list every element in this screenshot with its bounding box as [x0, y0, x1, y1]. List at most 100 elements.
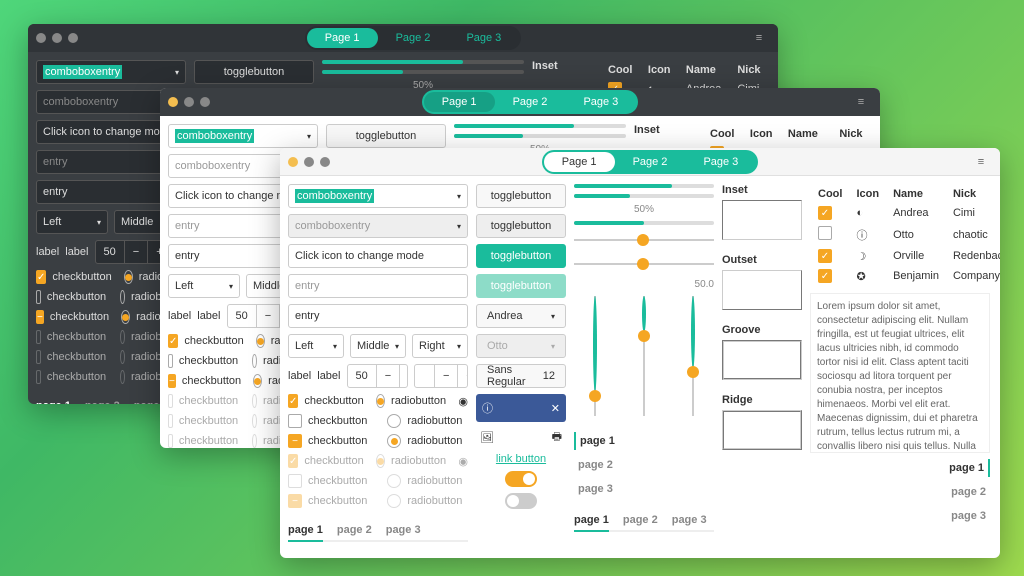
close-icon[interactable]: [36, 33, 46, 43]
bottom-tab-1[interactable]: page 1: [574, 510, 609, 532]
radio[interactable]: [121, 310, 130, 324]
menu-button[interactable]: ≡: [850, 91, 872, 113]
maximize-icon[interactable]: [68, 33, 78, 43]
combo-right[interactable]: Right▾: [412, 334, 468, 358]
tab-page3[interactable]: Page 3: [448, 28, 519, 48]
minus-button[interactable]: −: [257, 305, 280, 327]
combo-andrea[interactable]: Andrea▾: [476, 304, 566, 328]
row-checkbox[interactable]: [818, 226, 832, 240]
table-row[interactable]: ⓘOttochaotic: [812, 224, 1000, 245]
th-nick[interactable]: Nick: [833, 126, 870, 142]
checkbox[interactable]: ✓: [36, 270, 46, 284]
th-cool[interactable]: Cool: [812, 186, 848, 202]
maximize-icon[interactable]: [320, 157, 330, 167]
combobox-entry[interactable]: comboboxentry▾: [288, 184, 468, 208]
vtab-1[interactable]: page 1: [945, 459, 990, 477]
switch-on[interactable]: [505, 471, 537, 487]
th-name[interactable]: Name: [887, 186, 945, 202]
th-cool[interactable]: Cool: [704, 126, 742, 142]
bottom-tab-3[interactable]: page 3: [386, 520, 421, 540]
checkbox[interactable]: ✓: [288, 394, 298, 408]
radio[interactable]: [253, 374, 262, 388]
th-icon[interactable]: Icon: [642, 62, 678, 78]
scale-horizontal[interactable]: [574, 239, 714, 241]
switch-off[interactable]: [505, 493, 537, 509]
combo-middle[interactable]: Middle▾: [350, 334, 406, 358]
maximize-icon[interactable]: [200, 97, 210, 107]
vtab-3[interactable]: page 3: [574, 480, 619, 498]
scale-vertical[interactable]: [692, 296, 694, 416]
minus-button[interactable]: −: [377, 365, 400, 387]
checkbox[interactable]: −: [168, 374, 176, 388]
menu-button[interactable]: ≡: [748, 27, 770, 49]
bottom-tab-1[interactable]: page 1: [36, 396, 71, 404]
link-button[interactable]: link button: [496, 453, 546, 465]
menu-button[interactable]: ≡: [970, 151, 992, 173]
th-icon[interactable]: Icon: [850, 186, 885, 202]
togglebutton[interactable]: togglebutton: [194, 60, 314, 84]
minus-button[interactable]: −: [435, 365, 458, 387]
combobox-entry[interactable]: comboboxentry▾: [168, 124, 318, 148]
th-name[interactable]: Name: [782, 126, 831, 142]
combo-left[interactable]: Left▾: [168, 274, 240, 298]
th-cool[interactable]: Cool: [602, 62, 640, 78]
togglebutton-pressed[interactable]: togglebutton: [476, 214, 566, 238]
togglebutton[interactable]: togglebutton: [476, 184, 566, 208]
minus-button[interactable]: −: [125, 241, 148, 263]
bottom-tab-2[interactable]: page 2: [623, 510, 658, 530]
radio[interactable]: [376, 394, 385, 408]
row-checkbox[interactable]: ✓: [818, 269, 832, 283]
plus-button[interactable]: +: [458, 365, 468, 387]
spin-button-2[interactable]: −+: [414, 364, 468, 388]
row-checkbox[interactable]: ✓: [818, 206, 832, 220]
close-icon[interactable]: [288, 157, 298, 167]
radio[interactable]: [120, 290, 125, 304]
table-row[interactable]: ✓◐AndreaCimi: [812, 204, 1000, 222]
scale-vertical[interactable]: [594, 296, 596, 416]
mode-entry[interactable]: Click icon to change mode: [288, 244, 468, 268]
th-icon[interactable]: Icon: [744, 126, 780, 142]
close-icon[interactable]: ✕: [551, 402, 560, 415]
close-icon[interactable]: [168, 97, 178, 107]
checkbox[interactable]: −: [36, 310, 44, 324]
combobox-entry[interactable]: comboboxentry▾: [36, 60, 186, 84]
togglebutton-suggested[interactable]: togglebutton: [476, 244, 566, 268]
checkbox[interactable]: −: [288, 434, 302, 448]
radio[interactable]: [387, 434, 401, 448]
table-row[interactable]: ✓☽OrvilleRedenbacher: [812, 247, 1000, 265]
tab-page2[interactable]: Page 2: [615, 152, 686, 172]
radio[interactable]: [124, 270, 133, 284]
combo-left[interactable]: Left▾: [288, 334, 344, 358]
checkbox[interactable]: [36, 290, 41, 304]
tab-page1[interactable]: Page 1: [424, 92, 495, 112]
radio[interactable]: [256, 334, 265, 348]
bottom-tab-2[interactable]: page 2: [85, 396, 120, 404]
entry-field[interactable]: entry: [288, 304, 468, 328]
tab-page1[interactable]: Page 1: [544, 152, 615, 172]
entry-placeholder[interactable]: entry: [288, 274, 468, 298]
checkbox[interactable]: ✓: [168, 334, 178, 348]
font-button[interactable]: Sans Regular 12: [476, 364, 566, 388]
checkbox[interactable]: [288, 414, 302, 428]
minimize-icon[interactable]: [52, 33, 62, 43]
vtab-2[interactable]: page 2: [574, 456, 619, 474]
vtab-2[interactable]: page 2: [947, 483, 990, 501]
bottom-tab-1[interactable]: page 1: [288, 520, 323, 542]
radio[interactable]: [387, 414, 401, 428]
scale-horizontal[interactable]: [574, 263, 714, 265]
scale-vertical[interactable]: [643, 296, 645, 416]
plus-button[interactable]: +: [400, 365, 408, 387]
vtab-1[interactable]: page 1: [574, 432, 619, 450]
tab-page3[interactable]: Page 3: [685, 152, 756, 172]
combo-left[interactable]: Left▾: [36, 210, 108, 234]
th-name[interactable]: Name: [680, 62, 729, 78]
tab-page2[interactable]: Page 2: [378, 28, 449, 48]
vtab-3[interactable]: page 3: [947, 507, 990, 525]
togglebutton[interactable]: togglebutton: [326, 124, 446, 148]
bottom-tab-3[interactable]: page 3: [672, 510, 707, 530]
spin-button[interactable]: 50−+: [347, 364, 408, 388]
row-checkbox[interactable]: ✓: [818, 249, 832, 263]
checkbox[interactable]: [168, 354, 173, 368]
tab-page2[interactable]: Page 2: [495, 92, 566, 112]
bottom-tab-2[interactable]: page 2: [337, 520, 372, 540]
